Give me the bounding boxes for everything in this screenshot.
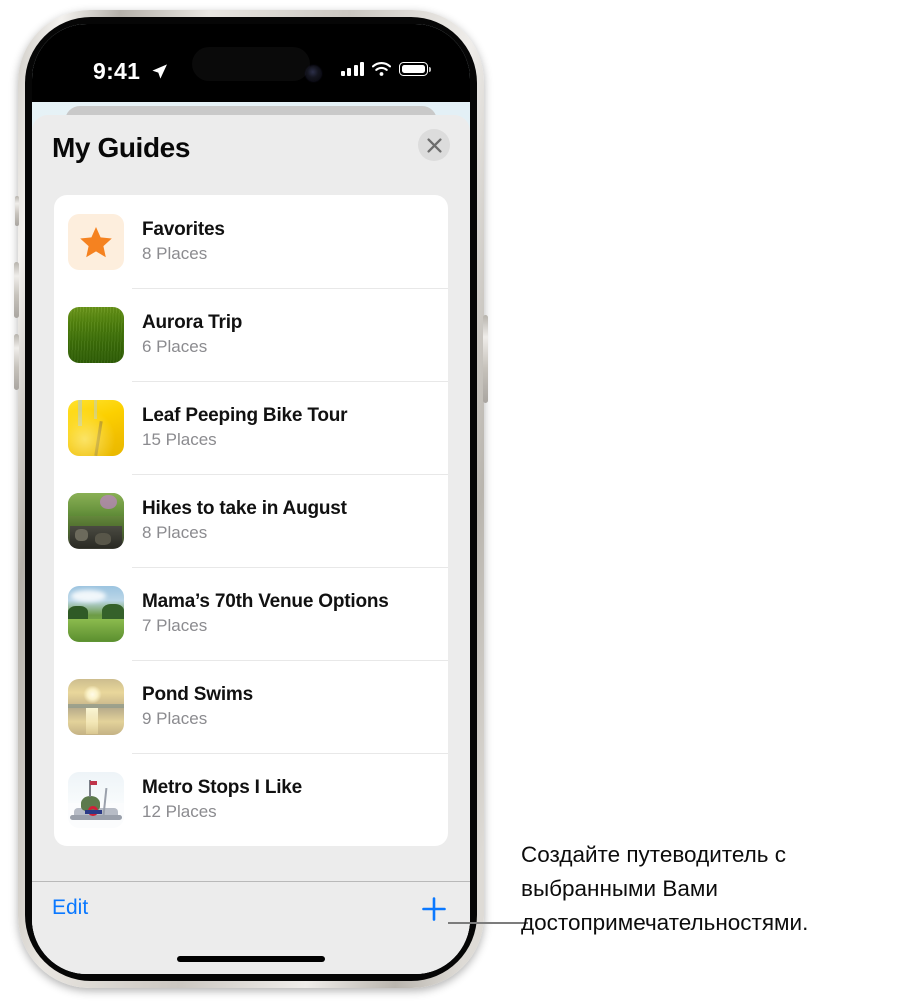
dynamic-island	[192, 47, 310, 81]
guide-row-text: Aurora Trip 6 Places	[142, 312, 242, 357]
status-bar: 9:41	[32, 24, 470, 102]
guide-row-text: Leaf Peeping Bike Tour 15 Places	[142, 404, 348, 450]
status-time: 9:41	[93, 58, 141, 84]
volume-up-button[interactable]	[14, 262, 19, 318]
guide-title: Metro Stops I Like	[142, 776, 303, 798]
cellular-signal-icon	[340, 62, 364, 76]
silent-switch[interactable]	[15, 196, 19, 226]
yellow-leaves-thumbnail	[68, 399, 124, 456]
guide-row[interactable]: Hikes to take in August 8 Places	[54, 474, 448, 567]
guide-title: Hikes to take in August	[142, 497, 347, 519]
guide-row[interactable]: Leaf Peeping Bike Tour 15 Places	[54, 381, 448, 474]
guide-title: Aurora Trip	[142, 311, 243, 333]
guide-place-count: 7 Places	[142, 616, 208, 636]
meadow-sky-thumbnail	[68, 585, 124, 642]
plus-icon	[422, 897, 446, 921]
device-screen: My Guides Favorites 8 Places Aurora Trip 6 …	[32, 24, 470, 974]
battery-icon	[399, 62, 431, 76]
guide-place-count: 9 Places	[142, 709, 208, 729]
guide-row[interactable]: Favorites 8 Places	[54, 195, 448, 288]
guide-title: Favorites	[142, 218, 225, 240]
volume-down-button[interactable]	[14, 334, 19, 390]
metro-monument-thumbnail	[68, 771, 124, 828]
guide-row[interactable]: Mama’s 70th Venue Options 7 Places	[54, 567, 448, 660]
forest-trail-thumbnail	[68, 492, 124, 549]
add-guide-button[interactable]	[417, 892, 451, 926]
grass-field-thumbnail	[68, 306, 124, 363]
status-indicators	[340, 62, 431, 76]
close-button[interactable]	[418, 129, 450, 161]
star-icon	[80, 226, 112, 257]
guide-row-text: Mama’s 70th Venue Options 7 Places	[142, 591, 389, 636]
guide-row-text: Metro Stops I Like 12 Places	[142, 777, 302, 822]
guide-row-text: Favorites 8 Places	[142, 219, 225, 264]
guide-row[interactable]: Aurora Trip 6 Places	[54, 288, 448, 381]
close-icon	[426, 137, 442, 153]
guide-row-text: Pond Swims 9 Places	[142, 684, 253, 729]
guide-place-count: 8 Places	[142, 523, 208, 543]
guides-list-card: Favorites 8 Places Aurora Trip 6 Places Leaf…	[54, 195, 448, 846]
guide-row[interactable]: Metro Stops I Like 12 Places	[54, 753, 448, 846]
my-guides-sheet: My Guides Favorites 8 Places Aurora Trip 6 …	[32, 115, 470, 974]
front-camera-icon	[306, 66, 321, 81]
guide-place-count: 12 Places	[142, 802, 217, 822]
power-button[interactable]	[483, 315, 488, 403]
guide-row[interactable]: Pond Swims 9 Places	[54, 660, 448, 753]
sheet-header: My Guides	[32, 115, 470, 187]
page-title: My Guides	[52, 132, 190, 163]
iphone-device: My Guides Favorites 8 Places Aurora Trip 6 …	[14, 10, 488, 988]
location-arrow-icon	[152, 64, 167, 79]
wifi-icon	[372, 62, 391, 76]
callout-leader-line	[448, 922, 528, 924]
star-icon	[68, 213, 124, 270]
guide-title: Mama’s 70th Venue Options	[142, 590, 389, 612]
guide-row-text: Hikes to take in August 8 Places	[142, 498, 347, 543]
bottom-toolbar: Edit	[32, 881, 470, 974]
sunset-lake-thumbnail	[68, 678, 124, 735]
guide-place-count: 6 Places	[142, 337, 208, 357]
guide-title: Leaf Peeping Bike Tour	[142, 404, 348, 426]
edit-button[interactable]: Edit	[52, 896, 88, 920]
guide-title: Pond Swims	[142, 683, 253, 705]
callout-text: Создайте путеводитель с выбранными Вами …	[521, 842, 809, 935]
guide-place-count: 8 Places	[142, 244, 208, 264]
guide-place-count: 15 Places	[142, 430, 217, 450]
home-indicator[interactable]	[177, 956, 325, 962]
